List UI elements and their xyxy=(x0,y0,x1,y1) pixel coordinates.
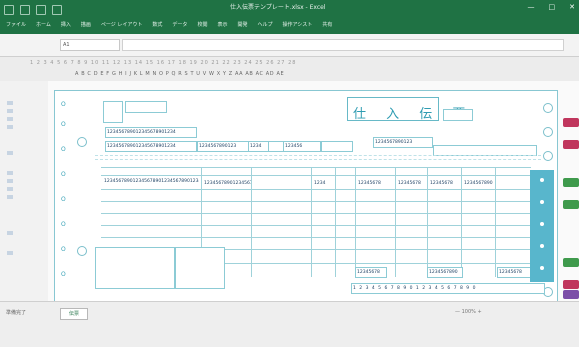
column-headers[interactable]: A B C D E F G H I J K L M N O P Q R S T … xyxy=(75,71,284,77)
perforation-line xyxy=(95,155,541,156)
sheet-tab[interactable]: 伝票 xyxy=(60,308,88,320)
tab-review[interactable]: 校閲 xyxy=(197,17,207,34)
supplier-code[interactable]: 123456789012345678901234 xyxy=(105,127,197,138)
name-box[interactable]: A1 xyxy=(60,39,120,51)
tab-view[interactable]: 表示 xyxy=(217,17,227,34)
redo-icon[interactable] xyxy=(36,5,46,15)
date-box xyxy=(443,109,473,121)
table-header-line xyxy=(101,167,531,168)
tab-help[interactable]: ヘルプ xyxy=(257,17,272,34)
customer-code[interactable]: 1234567890123 xyxy=(373,137,433,148)
formula-input[interactable] xyxy=(122,39,564,51)
tab-formulas[interactable]: 数式 xyxy=(152,17,162,34)
binding-hole-icon xyxy=(77,137,87,147)
stamp-box xyxy=(103,101,123,123)
class-code[interactable] xyxy=(268,141,284,152)
total-qty-field[interactable]: 12345678 xyxy=(355,267,387,278)
tab-developer[interactable]: 開発 xyxy=(237,17,247,34)
amount-cell[interactable]: 1234567890 xyxy=(463,179,495,188)
window-title: 仕入伝票テンプレート.xlsx - Excel xyxy=(230,4,326,11)
punch-hole-mark: O xyxy=(61,121,66,128)
macro-button-green[interactable] xyxy=(563,258,579,267)
binding-hole-icon xyxy=(543,127,553,137)
table-header-line xyxy=(101,175,531,176)
punch-hole-mark: O xyxy=(61,221,66,228)
product-name-cell[interactable]: 12345678901234567890 xyxy=(203,179,251,188)
dept-code[interactable]: 1234 xyxy=(248,141,270,152)
ribbon-tabs: ファイル ホーム 挿入 描画 ページ レイアウト 数式 データ 校閲 表示 開発… xyxy=(0,17,579,34)
tab-page-layout[interactable]: ページ レイアウト xyxy=(101,17,143,34)
status-text: 準備完了 xyxy=(6,310,27,316)
remarks-box xyxy=(95,247,175,289)
punch-hole-mark: O xyxy=(61,146,66,153)
macro-button-green[interactable] xyxy=(563,178,579,187)
page-ruler: 1 2 3 4 5 6 7 8 9 10 11 12 13 14 15 16 1… xyxy=(30,60,297,66)
punch-hole-mark: O xyxy=(61,196,66,203)
order-code[interactable] xyxy=(321,141,353,152)
print-icon[interactable] xyxy=(52,5,62,15)
macro-button-red[interactable] xyxy=(563,280,579,289)
supplier-name[interactable]: 123456789012345678901234 xyxy=(105,141,197,152)
status-bar: 準備完了 伝票 — 100% + xyxy=(0,301,579,347)
tab-insert[interactable]: 挿入 xyxy=(61,17,71,34)
zoom-control[interactable]: — 100% + xyxy=(455,309,482,315)
punch-hole-mark: O xyxy=(61,271,66,278)
purchase-slip-form: O O O O O O O O 仕 入 伝 票 1234567890123456… xyxy=(54,90,558,302)
barcode-number-field[interactable]: 1 2 3 4 5 6 7 8 9 0 1 2 3 4 5 6 7 8 9 0 xyxy=(351,283,545,294)
macro-button-purple[interactable] xyxy=(563,290,579,299)
tab-home[interactable]: ホーム xyxy=(36,17,51,34)
punch-hole-mark: O xyxy=(61,246,66,253)
share-button[interactable]: 共有 xyxy=(322,17,332,34)
slip-number[interactable]: 1234567890123 xyxy=(197,141,249,152)
punch-hole-mark: O xyxy=(61,101,66,108)
formula-bar: A1 xyxy=(0,34,579,57)
unit-price-cell[interactable]: 12345678 xyxy=(397,179,427,188)
tab-data[interactable]: データ xyxy=(172,17,187,34)
quick-access-toolbar xyxy=(4,5,94,15)
macro-button-green[interactable] xyxy=(563,200,579,209)
minimize-icon[interactable]: — xyxy=(528,3,535,11)
cost-cell[interactable]: 12345678 xyxy=(429,179,461,188)
staff-code[interactable]: 123456 xyxy=(283,141,321,152)
quantity-cell[interactable]: 1234 xyxy=(313,179,335,188)
tell-me-search[interactable]: 操作アシスト xyxy=(283,17,313,34)
binding-hole-icon xyxy=(543,103,553,113)
punch-hole-mark: O xyxy=(61,171,66,178)
perforation-line xyxy=(95,159,541,160)
undo-icon[interactable] xyxy=(20,5,30,15)
approval-box xyxy=(175,247,225,289)
unit-cell[interactable]: 12345678 xyxy=(357,179,393,188)
title-bar: 仕入伝票テンプレート.xlsx - Excel — □ ✕ ファイル ホーム 挿… xyxy=(0,0,579,34)
binding-hole-icon xyxy=(543,151,553,161)
total-amount-field[interactable]: 1234567890 xyxy=(427,267,463,278)
tab-file[interactable]: ファイル xyxy=(6,17,26,34)
tab-draw[interactable]: 描画 xyxy=(81,17,91,34)
ruler-bar: 1 2 3 4 5 6 7 8 9 10 11 12 13 14 15 16 1… xyxy=(0,57,579,81)
binding-hole-icon xyxy=(77,246,87,256)
close-icon[interactable]: ✕ xyxy=(569,3,575,11)
maximize-icon[interactable]: □ xyxy=(549,3,556,11)
row-headers[interactable] xyxy=(0,81,49,301)
macro-button-red[interactable] xyxy=(563,140,579,149)
save-icon[interactable] xyxy=(4,5,14,15)
form-tractor-margin xyxy=(530,170,554,282)
spec-cell[interactable] xyxy=(255,177,309,186)
product-code-cell[interactable]: 1234567890123456789012345678901234567890… xyxy=(103,177,199,186)
window-controls: — □ ✕ xyxy=(528,3,576,11)
header-box xyxy=(125,101,167,113)
macro-button-red[interactable] xyxy=(563,118,579,127)
